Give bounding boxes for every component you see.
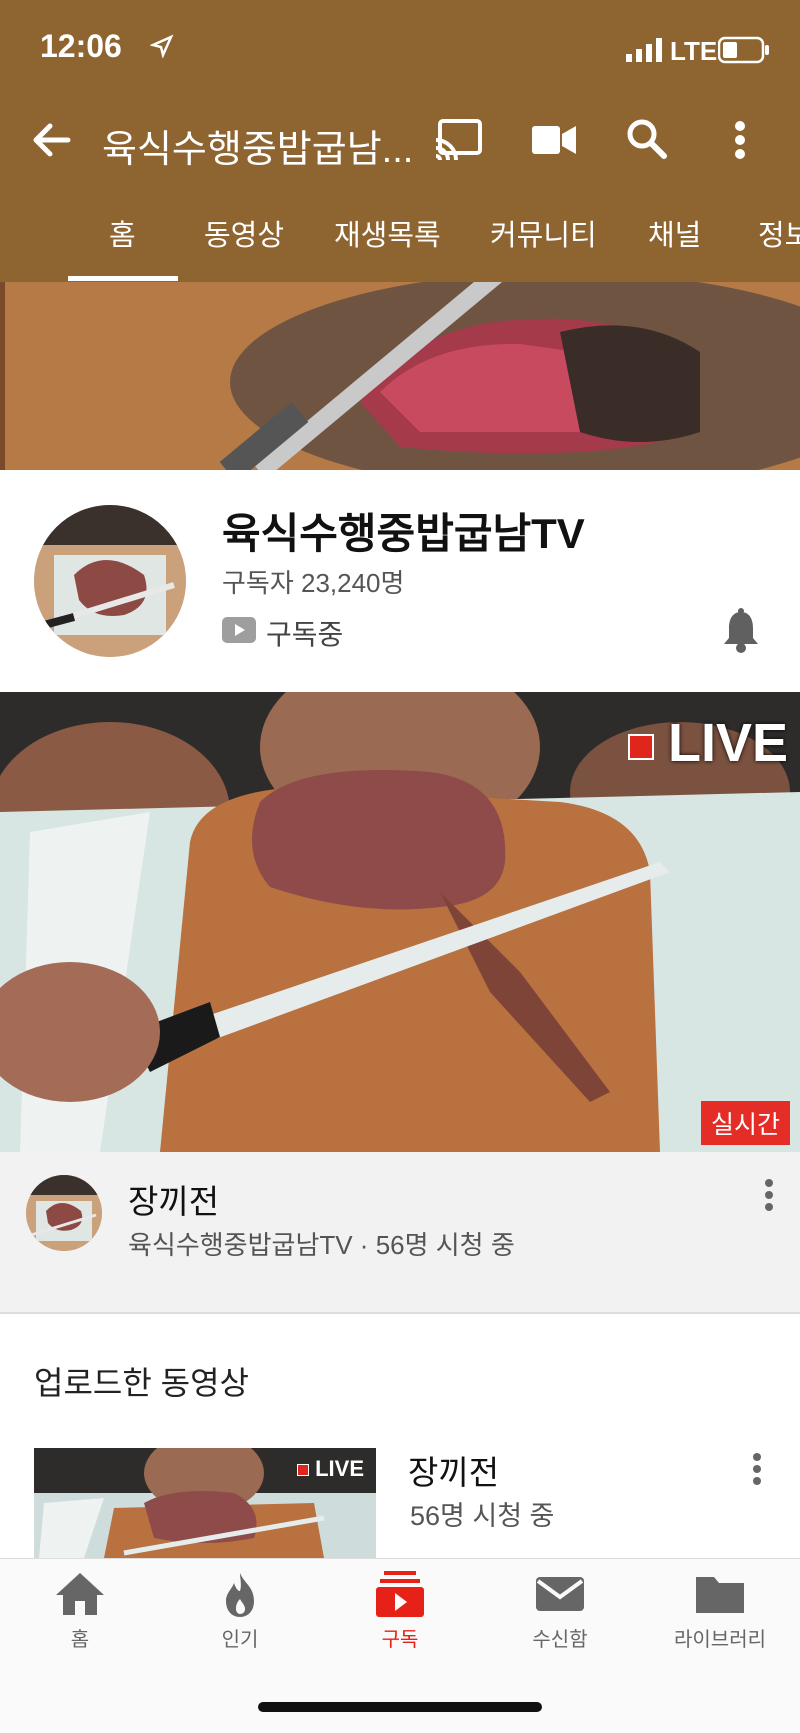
nav-home[interactable]: 홈 <box>10 1571 150 1652</box>
battery-icon <box>717 36 770 68</box>
tab-home[interactable]: 홈 <box>109 212 136 254</box>
video-camera-icon[interactable] <box>532 124 576 160</box>
channel-banner <box>0 282 800 470</box>
nav-inbox[interactable]: 수신함 <box>490 1571 630 1652</box>
nav-trending-label: 인기 <box>221 1629 259 1651</box>
live-overlay-label: LIVE <box>627 712 788 774</box>
tab-playlists[interactable]: 재생목록 <box>334 212 441 254</box>
cast-icon[interactable] <box>434 118 484 164</box>
subscribe-status[interactable]: 구독중 <box>266 613 343 653</box>
tab-about[interactable]: 정보 <box>758 212 800 254</box>
upload-meta: 56명 시청 중 <box>410 1501 555 1531</box>
upload-live-label: LIVE <box>297 1456 364 1482</box>
upload-thumbnail[interactable]: LIVE <box>34 1448 376 1558</box>
subscriptions-icon <box>376 1571 424 1617</box>
realtime-badge: 실시간 <box>700 1101 790 1145</box>
tab-channels[interactable]: 채널 <box>648 212 701 254</box>
nav-home-label: 홈 <box>70 1629 90 1651</box>
header-title: 육식수행중밥굽남... <box>102 129 414 171</box>
nav-inbox-label: 수신함 <box>532 1629 588 1651</box>
signal-icon <box>626 38 664 66</box>
nav-library-label: 라이브러리 <box>674 1629 766 1651</box>
featured-channel-avatar[interactable] <box>26 1175 102 1251</box>
nav-trending[interactable]: 인기 <box>170 1571 310 1652</box>
subscriber-count: 구독자 23,240명 <box>222 568 405 598</box>
back-icon[interactable] <box>32 120 72 164</box>
nav-subscriptions[interactable]: 구독 <box>330 1571 470 1652</box>
library-icon <box>696 1577 744 1613</box>
search-icon[interactable] <box>626 118 668 164</box>
nav-subscriptions-label: 구독 <box>381 1629 419 1651</box>
network-label: LTE <box>670 36 718 66</box>
featured-video-title[interactable]: 장끼전 <box>128 1175 219 1223</box>
featured-more-icon[interactable] <box>762 1178 776 1216</box>
active-tab-indicator <box>68 276 178 281</box>
location-icon <box>149 34 174 62</box>
subscribed-icon[interactable] <box>222 617 256 647</box>
notification-bell-icon[interactable] <box>722 608 760 658</box>
flame-icon <box>226 1573 254 1617</box>
tab-videos[interactable]: 동영상 <box>204 212 284 254</box>
tab-community[interactable]: 커뮤니티 <box>490 212 597 254</box>
featured-video-meta: 육식수행중밥굽남TV · 56명 시청 중 <box>128 1230 515 1260</box>
uploads-section-title: 업로드한 동영상 <box>34 1365 249 1401</box>
more-vert-icon[interactable] <box>730 120 750 164</box>
upload-title[interactable]: 장끼전 <box>408 1446 499 1494</box>
home-icon <box>56 1573 104 1615</box>
channel-avatar[interactable] <box>34 505 186 657</box>
home-indicator <box>258 1702 542 1712</box>
nav-library[interactable]: 라이브러리 <box>650 1571 790 1652</box>
channel-name: 육식수행중밥굽남TV <box>222 510 585 557</box>
inbox-icon <box>536 1577 584 1611</box>
upload-more-icon[interactable] <box>750 1452 764 1490</box>
status-time: 12:06 <box>40 28 122 64</box>
featured-video-thumbnail[interactable]: LIVE <box>0 692 800 1152</box>
